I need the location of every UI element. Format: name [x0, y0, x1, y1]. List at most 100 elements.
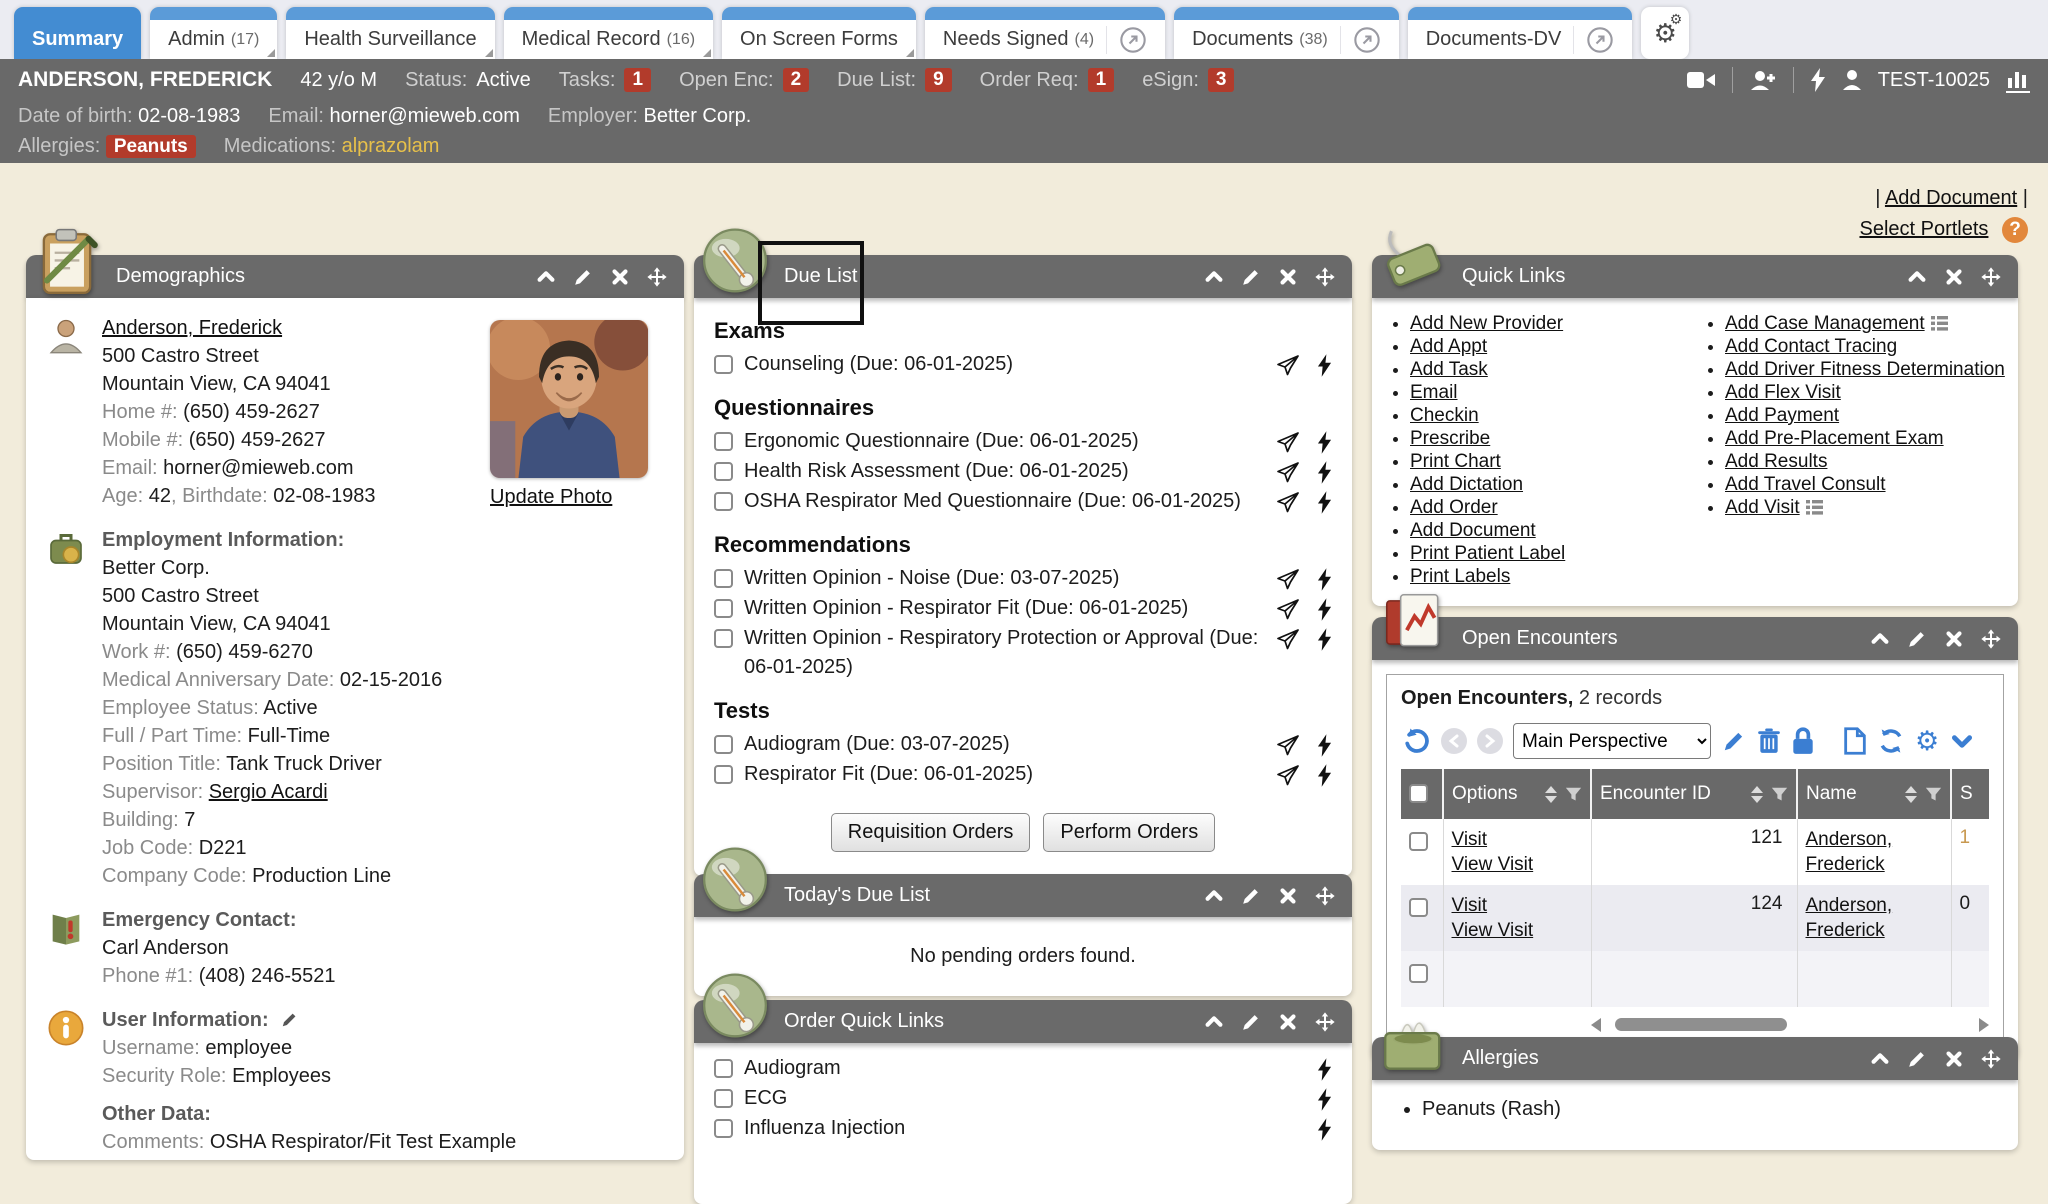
lightning-icon[interactable] — [1810, 68, 1826, 92]
perform-lightning-icon[interactable] — [1317, 598, 1332, 621]
tab-settings-gear-button[interactable] — [1641, 7, 1689, 59]
tab-documents[interactable]: Documents (38) — [1174, 7, 1399, 59]
collapse-icon[interactable] — [1203, 885, 1225, 907]
move-icon[interactable] — [1314, 885, 1336, 907]
requisition-plane-icon[interactable] — [1276, 354, 1300, 378]
close-icon[interactable] — [1943, 266, 1965, 288]
lock-icon[interactable] — [1791, 727, 1815, 755]
patient-name-link[interactable]: Anderson, Frederick — [102, 317, 282, 339]
edit-user-info-icon[interactable] — [280, 1010, 299, 1029]
select-all-checkbox[interactable] — [1409, 784, 1428, 803]
requisition-plane-icon[interactable] — [1276, 628, 1300, 652]
visit-link[interactable]: Visit — [1452, 827, 1488, 852]
move-icon[interactable] — [1980, 628, 2002, 650]
row-checkbox[interactable] — [1409, 964, 1428, 983]
column-header-options[interactable]: Options — [1443, 769, 1591, 819]
order-item-checkbox[interactable] — [714, 1089, 733, 1108]
tab-health-surveillance[interactable]: Health Surveillance — [286, 7, 494, 59]
perform-lightning-icon[interactable] — [1317, 461, 1332, 484]
prev-page-icon[interactable] — [1441, 728, 1467, 754]
sort-icon[interactable] — [1544, 786, 1558, 803]
column-header-name[interactable]: Name — [1797, 769, 1951, 819]
select-portlets-link[interactable]: Select Portlets — [1859, 218, 1988, 240]
due-item-checkbox[interactable] — [714, 462, 733, 481]
undo-icon[interactable] — [1401, 726, 1431, 756]
due-item-checkbox[interactable] — [714, 599, 733, 618]
filter-icon[interactable] — [1565, 786, 1582, 803]
add-person-icon[interactable] — [1749, 68, 1777, 92]
filter-icon[interactable] — [1771, 786, 1788, 803]
edit-icon[interactable] — [572, 266, 594, 288]
perform-orders-button[interactable]: Perform Orders — [1043, 813, 1215, 852]
due-item-checkbox[interactable] — [714, 765, 733, 784]
horizontal-scrollbar[interactable] — [1591, 1017, 1989, 1033]
move-icon[interactable] — [1314, 266, 1336, 288]
edit-icon[interactable] — [1721, 728, 1747, 754]
tab-admin[interactable]: Admin (17) — [150, 7, 277, 59]
refresh-icon[interactable] — [1877, 727, 1905, 755]
due-list-count-badge[interactable]: 9 — [925, 68, 952, 92]
perform-lightning-icon[interactable] — [1317, 764, 1332, 787]
popout-icon[interactable] — [1340, 26, 1381, 54]
view-visit-link[interactable]: View Visit — [1452, 918, 1534, 943]
collapse-icon[interactable] — [1203, 1011, 1225, 1033]
due-item-checkbox[interactable] — [714, 735, 733, 754]
allergy-badge[interactable]: Peanuts — [106, 135, 196, 158]
user-id[interactable]: TEST-10025 — [1878, 69, 1990, 92]
esign-count-badge[interactable]: 3 — [1208, 68, 1235, 92]
update-photo-link[interactable]: Update Photo — [490, 486, 612, 509]
row-checkbox[interactable] — [1409, 832, 1428, 851]
filter-icon[interactable] — [1925, 786, 1942, 803]
edit-icon[interactable] — [1240, 1011, 1262, 1033]
new-document-icon[interactable] — [1843, 727, 1867, 755]
add-document-link[interactable]: Add Document — [1885, 187, 2017, 209]
due-item-checkbox[interactable] — [714, 432, 733, 451]
requisition-plane-icon[interactable] — [1276, 598, 1300, 622]
close-icon[interactable] — [1277, 266, 1299, 288]
due-item-checkbox[interactable] — [714, 569, 733, 588]
close-icon[interactable] — [1277, 1011, 1299, 1033]
sort-icon[interactable] — [1750, 786, 1764, 803]
scroll-left-icon[interactable] — [1591, 1018, 1601, 1032]
requisition-plane-icon[interactable] — [1276, 491, 1300, 515]
collapse-icon[interactable] — [535, 266, 557, 288]
tab-needs-signed[interactable]: Needs Signed (4) — [925, 7, 1165, 59]
move-icon[interactable] — [1314, 1011, 1336, 1033]
requisition-plane-icon[interactable] — [1276, 734, 1300, 758]
requisition-plane-icon[interactable] — [1276, 431, 1300, 455]
collapse-icon[interactable] — [1203, 266, 1225, 288]
close-icon[interactable] — [609, 266, 631, 288]
patient-name-link[interactable]: Anderson, Frederick — [1806, 893, 1943, 943]
edit-icon[interactable] — [1240, 885, 1262, 907]
move-icon[interactable] — [646, 266, 668, 288]
move-icon[interactable] — [1980, 1048, 2002, 1070]
collapse-icon[interactable] — [1906, 266, 1928, 288]
delete-icon[interactable] — [1757, 728, 1781, 754]
perform-lightning-icon[interactable] — [1317, 354, 1332, 377]
table-settings-gear-icon[interactable] — [1915, 728, 1939, 755]
requisition-plane-icon[interactable] — [1276, 568, 1300, 592]
close-icon[interactable] — [1277, 885, 1299, 907]
close-icon[interactable] — [1943, 1048, 1965, 1070]
chart-icon[interactable] — [2006, 68, 2030, 93]
column-header-encounter-id[interactable]: Encounter ID — [1591, 769, 1797, 819]
tab-summary[interactable]: Summary — [14, 7, 141, 59]
due-item-checkbox[interactable] — [714, 492, 733, 511]
perspective-select[interactable]: Main Perspective — [1513, 723, 1711, 759]
tab-medical-record[interactable]: Medical Record (16) — [504, 7, 713, 59]
next-page-icon[interactable] — [1477, 728, 1503, 754]
perform-lightning-icon[interactable] — [1317, 1118, 1332, 1141]
tab-on-screen-forms[interactable]: On Screen Forms — [722, 7, 916, 59]
column-header-clipped[interactable]: S — [1951, 769, 1989, 819]
order-item-checkbox[interactable] — [714, 1119, 733, 1138]
edit-icon[interactable] — [1906, 1048, 1928, 1070]
video-camera-icon[interactable] — [1686, 69, 1716, 91]
chevron-down-icon[interactable] — [1949, 728, 1975, 754]
close-icon[interactable] — [1943, 628, 1965, 650]
due-item-checkbox[interactable] — [714, 629, 733, 648]
collapse-icon[interactable] — [1869, 1048, 1891, 1070]
perform-lightning-icon[interactable] — [1317, 431, 1332, 454]
visit-link[interactable]: Visit — [1452, 893, 1488, 918]
edit-icon[interactable] — [1906, 628, 1928, 650]
order-req-count-badge[interactable]: 1 — [1088, 68, 1115, 92]
